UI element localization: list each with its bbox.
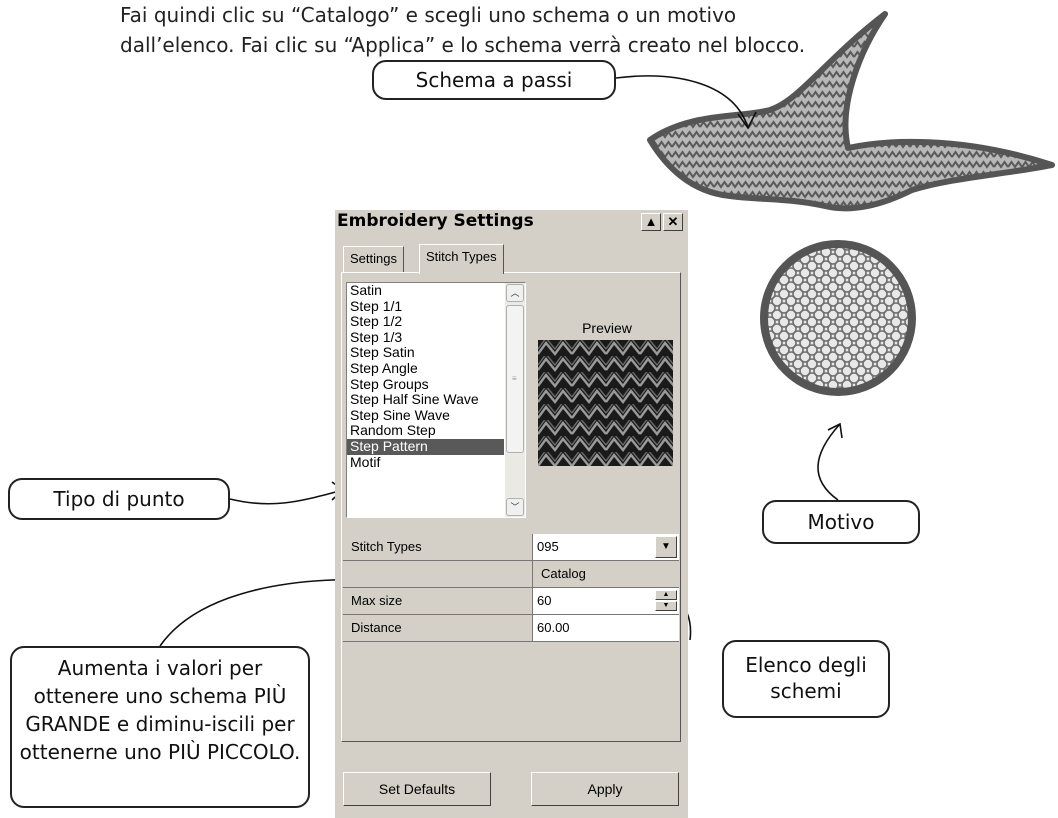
set-defaults-button[interactable]: Set Defaults (343, 772, 491, 806)
triangle-up-icon: ▲ (644, 214, 658, 229)
dropdown-button[interactable]: ▼ (655, 536, 677, 558)
bird-embroidery (647, 11, 1055, 212)
callout-aumenta-valori: Aumenta i valori per ottenere uno schema… (10, 646, 310, 808)
list-item[interactable]: Motif (347, 454, 525, 471)
property-name (343, 561, 533, 587)
chevron-up-icon: ︿ (510, 288, 520, 298)
stitch-type-value-text: 095 (537, 539, 559, 554)
property-name: Max size (343, 588, 533, 614)
scroll-thumb[interactable]: ≡ (506, 305, 524, 453)
minimize-button[interactable]: ▲ (641, 213, 661, 231)
list-item[interactable]: Step Angle (347, 360, 525, 377)
grip-icon: ≡ (512, 374, 517, 383)
triangle-up-icon[interactable]: ▲ (655, 590, 677, 600)
property-row-max-size: Max size 60 ▲ ▼ (343, 588, 679, 615)
tab-stitch-types[interactable]: Stitch Types (419, 244, 504, 274)
property-name: Stitch Types (343, 534, 533, 560)
list-item-selected[interactable]: Step Pattern (347, 438, 504, 455)
max-size-field[interactable]: 60 ▲ ▼ (533, 588, 679, 614)
stitch-type-value[interactable]: 095 ▼ (533, 534, 679, 560)
apply-button[interactable]: Apply (531, 772, 679, 806)
triangle-down-icon[interactable]: ▼ (655, 601, 677, 611)
motif-circle-embroidery (760, 240, 916, 396)
stitch-type-list[interactable]: Satin Step 1/1 Step 1/2 Step 1/3 Step Sa… (346, 282, 526, 518)
list-item[interactable]: Step Sine Wave (347, 407, 525, 424)
close-button[interactable]: ✕ (663, 213, 683, 231)
close-icon: ✕ (667, 214, 679, 229)
list-item[interactable]: Satin (347, 283, 525, 299)
list-scrollbar[interactable]: ︿ ≡ ﹀ (505, 283, 525, 517)
property-row-catalog: Catalog (343, 561, 679, 588)
max-size-spinner[interactable]: ▲ ▼ (655, 590, 677, 612)
embroidery-settings-dialog: Embroidery Settings ▲ ✕ Settings Stitch … (335, 210, 688, 818)
callout-schema-a-passi: Schema a passi (372, 60, 616, 100)
chevron-down-icon: ▼ (661, 541, 671, 552)
callout-elenco-schemi: Elenco degli schemi (722, 640, 890, 718)
property-row-distance: Distance 60.00 (343, 615, 679, 642)
scroll-up-button[interactable]: ︿ (506, 284, 524, 302)
preview-label: Preview (582, 320, 632, 336)
scroll-down-button[interactable]: ﹀ (506, 498, 524, 516)
distance-field[interactable]: 60.00 (533, 615, 679, 641)
max-size-value: 60 (537, 593, 552, 608)
list-item[interactable]: Step 1/3 (347, 329, 525, 346)
property-name: Distance (343, 615, 533, 641)
dialog-title-bar[interactable]: Embroidery Settings ▲ ✕ (335, 210, 688, 236)
list-item[interactable]: Random Step (347, 423, 525, 439)
catalog-button[interactable]: Catalog (533, 561, 679, 587)
list-item[interactable]: Step Satin (347, 345, 525, 361)
tab-settings[interactable]: Settings (343, 246, 404, 272)
list-item[interactable]: Step 1/2 (347, 314, 525, 330)
callout-motivo: Motivo (762, 500, 920, 544)
list-item[interactable]: Step Half Sine Wave (347, 392, 525, 408)
list-item[interactable]: Step Groups (347, 376, 525, 393)
property-row-stitch-types: Stitch Types 095 ▼ (343, 534, 679, 561)
callout-tipo-di-punto: Tipo di punto (8, 478, 230, 520)
stitch-preview-image (538, 340, 673, 466)
dialog-title: Embroidery Settings (337, 211, 534, 231)
list-item[interactable]: Step 1/1 (347, 298, 525, 315)
chevron-down-icon: ﹀ (510, 502, 520, 512)
